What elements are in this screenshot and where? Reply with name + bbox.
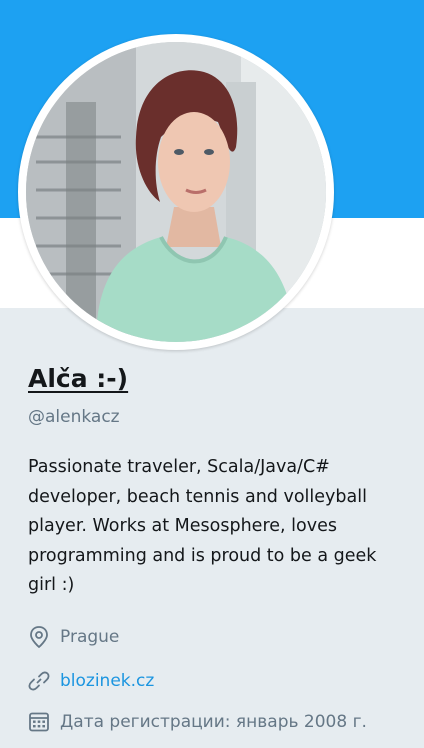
website-link[interactable]: blozinek.cz <box>60 671 154 691</box>
website-row: blozinek.cz <box>28 669 154 693</box>
avatar[interactable] <box>18 34 334 350</box>
username-handle[interactable]: @alenkacz <box>28 407 120 427</box>
display-name[interactable]: Alča :-) <box>28 364 128 393</box>
join-date-row: Дата регистрации: январь 2008 г. <box>28 710 367 734</box>
link-icon <box>28 670 50 692</box>
calendar-icon <box>28 711 50 733</box>
map-pin-icon <box>28 626 50 648</box>
avatar-image <box>26 42 326 342</box>
join-date-text: Дата регистрации: январь 2008 г. <box>60 712 367 732</box>
profile-bio: Passionate traveler, Scala/Java/C# devel… <box>28 457 377 595</box>
location-row: Prague <box>28 625 119 649</box>
location-text: Prague <box>60 627 120 647</box>
